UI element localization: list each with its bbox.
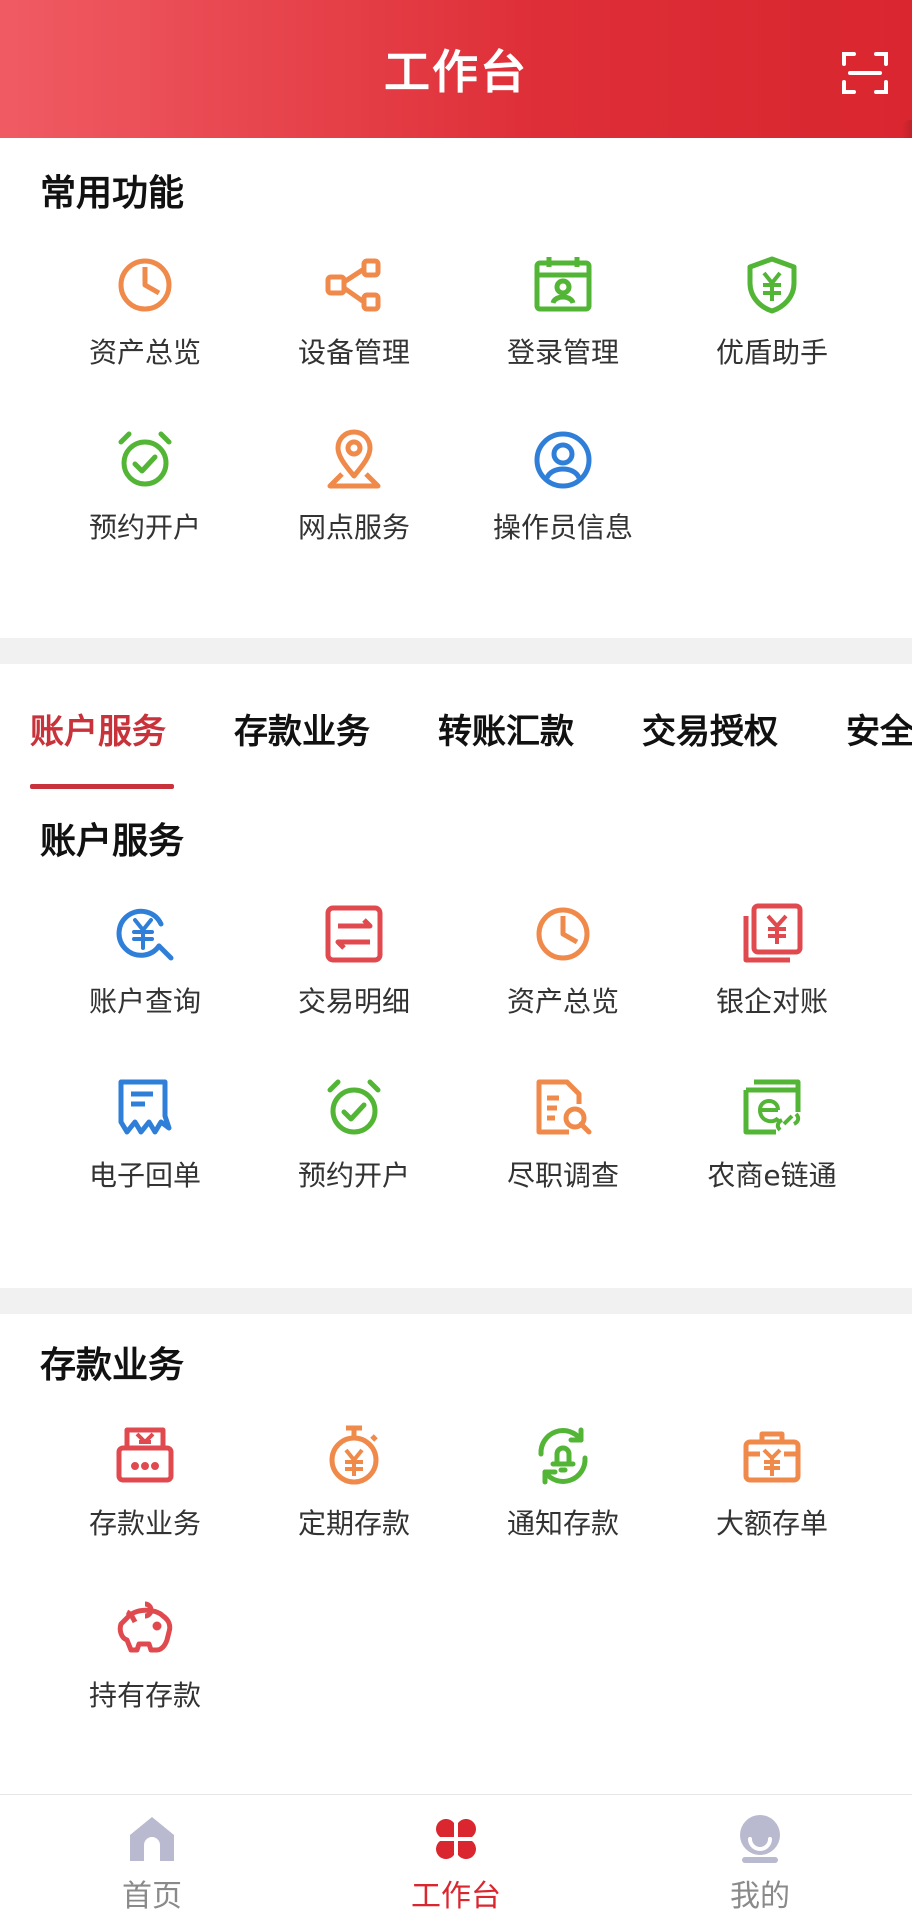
nav-home[interactable]: 首页: [77, 1813, 227, 1915]
piggy-bank-icon: [117, 1601, 173, 1653]
account-item-query[interactable]: 账户查询: [45, 902, 245, 1052]
section-title: 常用功能: [40, 173, 185, 214]
common-item-asset-overview[interactable]: 资产总览: [45, 253, 245, 403]
deposit-item-notice-deposit[interactable]: 通知存款: [463, 1424, 663, 1574]
e-chain-icon: [743, 1079, 801, 1135]
item-label: 资产总览: [88, 336, 201, 369]
common-item-login-management[interactable]: 登录管理: [463, 253, 663, 403]
share-nodes-icon: [325, 258, 381, 312]
tab-deposit[interactable]: 存款业务: [234, 704, 370, 753]
item-label: 预约开户: [297, 1159, 410, 1192]
alarm-clock-icon: [118, 431, 172, 487]
alarm-clock-icon: [327, 1079, 381, 1135]
item-label: 登录管理: [506, 336, 619, 369]
stopwatch-yuan-icon: [329, 1425, 379, 1485]
deposit-item-large-cd[interactable]: 大额存单: [672, 1424, 872, 1574]
deposit-item-deposit-business[interactable]: 存款业务: [45, 1424, 245, 1574]
section-divider: [0, 638, 912, 664]
tab-security[interactable]: 安全: [846, 704, 912, 753]
common-item-ushield-assistant[interactable]: 优盾助手: [672, 253, 872, 403]
common-item-operator-info[interactable]: 操作员信息: [463, 428, 663, 578]
deposit-box-icon: [116, 1427, 174, 1483]
item-label: 持有存款: [88, 1679, 201, 1712]
clover-icon: [436, 1819, 476, 1859]
scan-icon[interactable]: [840, 48, 890, 98]
bottom-navigation: 首页 工作台 我的: [0, 1794, 912, 1920]
transfer-list-icon: [325, 905, 383, 963]
item-label: 资产总览: [506, 985, 619, 1018]
deposit-section: 存款业务 存款业务 定期存款 通知存款 大额存单 持有存款: [0, 1314, 912, 1794]
pie-chart-icon: [536, 907, 590, 961]
account-item-due-diligence[interactable]: 尽职调查: [463, 1076, 663, 1226]
nav-workbench[interactable]: 工作台: [381, 1813, 531, 1915]
section-divider: [0, 1288, 912, 1314]
item-label: 网点服务: [297, 511, 410, 544]
tab-transaction-auth[interactable]: 交易授权: [642, 704, 778, 753]
section-title: 存款业务: [40, 1345, 185, 1386]
active-tab-indicator: [30, 784, 174, 789]
nav-label: 首页: [122, 1879, 182, 1914]
common-item-appointment-account[interactable]: 预约开户: [45, 428, 245, 578]
account-section: 账户服务 账户查询 交易明细 资产总览 银企对账 电子回单 预约开户 尽职调查: [0, 790, 912, 1288]
yuan-cards-icon: [743, 903, 803, 963]
item-label: 设备管理: [297, 336, 410, 369]
common-item-branch-service[interactable]: 网点服务: [254, 428, 454, 578]
shield-yuan-icon: [747, 256, 797, 314]
item-label: 定期存款: [297, 1507, 410, 1540]
item-label: 操作员信息: [492, 511, 633, 544]
profile-icon: [740, 1815, 780, 1863]
nav-mine[interactable]: 我的: [685, 1813, 835, 1915]
section-title: 账户服务: [40, 821, 185, 862]
nav-label: 工作台: [411, 1879, 501, 1914]
item-label: 尽职调查: [506, 1159, 619, 1192]
account-item-asset-overview[interactable]: 资产总览: [463, 902, 663, 1052]
item-label: 农商e链通: [707, 1159, 837, 1192]
item-label: 大额存单: [715, 1507, 828, 1540]
deposit-item-fixed-deposit[interactable]: 定期存款: [254, 1424, 454, 1574]
bell-refresh-icon: [538, 1427, 588, 1485]
bag-yuan-icon: [743, 1431, 801, 1483]
app-header: 工作台: [0, 0, 912, 138]
item-label: 优盾助手: [715, 336, 828, 369]
item-label: 通知存款: [506, 1507, 619, 1540]
account-item-appointment-account[interactable]: 预约开户: [254, 1076, 454, 1226]
document-search-icon: [536, 1079, 592, 1135]
tab-account-service[interactable]: 账户服务: [30, 704, 166, 753]
home-icon: [130, 1817, 174, 1861]
receipt-icon: [118, 1079, 172, 1135]
item-label: 账户查询: [88, 985, 201, 1018]
nav-label: 我的: [730, 1879, 790, 1914]
page-title: 工作台: [384, 45, 528, 99]
account-item-e-receipt[interactable]: 电子回单: [45, 1076, 245, 1226]
category-tabs: 账户服务 存款业务 转账汇款 交易授权 安全: [0, 664, 912, 790]
item-label: 交易明细: [297, 985, 410, 1018]
location-pin-icon: [327, 429, 381, 489]
item-label: 存款业务: [88, 1507, 201, 1540]
deposit-item-holding-deposit[interactable]: 持有存款: [45, 1596, 245, 1746]
user-circle-icon: [534, 431, 592, 489]
item-label: 电子回单: [88, 1159, 201, 1192]
account-item-transaction-detail[interactable]: 交易明细: [254, 902, 454, 1052]
tab-transfer[interactable]: 转账汇款: [438, 704, 574, 753]
item-label: 预约开户: [88, 511, 201, 544]
calendar-user-icon: [534, 257, 592, 312]
common-item-device-management[interactable]: 设备管理: [254, 253, 454, 403]
yuan-search-icon: [116, 908, 174, 961]
account-item-e-chain[interactable]: 农商e链通: [672, 1076, 872, 1226]
item-label: 银企对账: [715, 985, 828, 1018]
common-section: 常用功能 资产总览 设备管理 登录管理 优盾助手 预约开户 网点服务 操作员信息: [0, 138, 912, 638]
account-item-bank-reconciliation[interactable]: 银企对账: [672, 902, 872, 1052]
pie-chart-icon: [118, 258, 172, 312]
